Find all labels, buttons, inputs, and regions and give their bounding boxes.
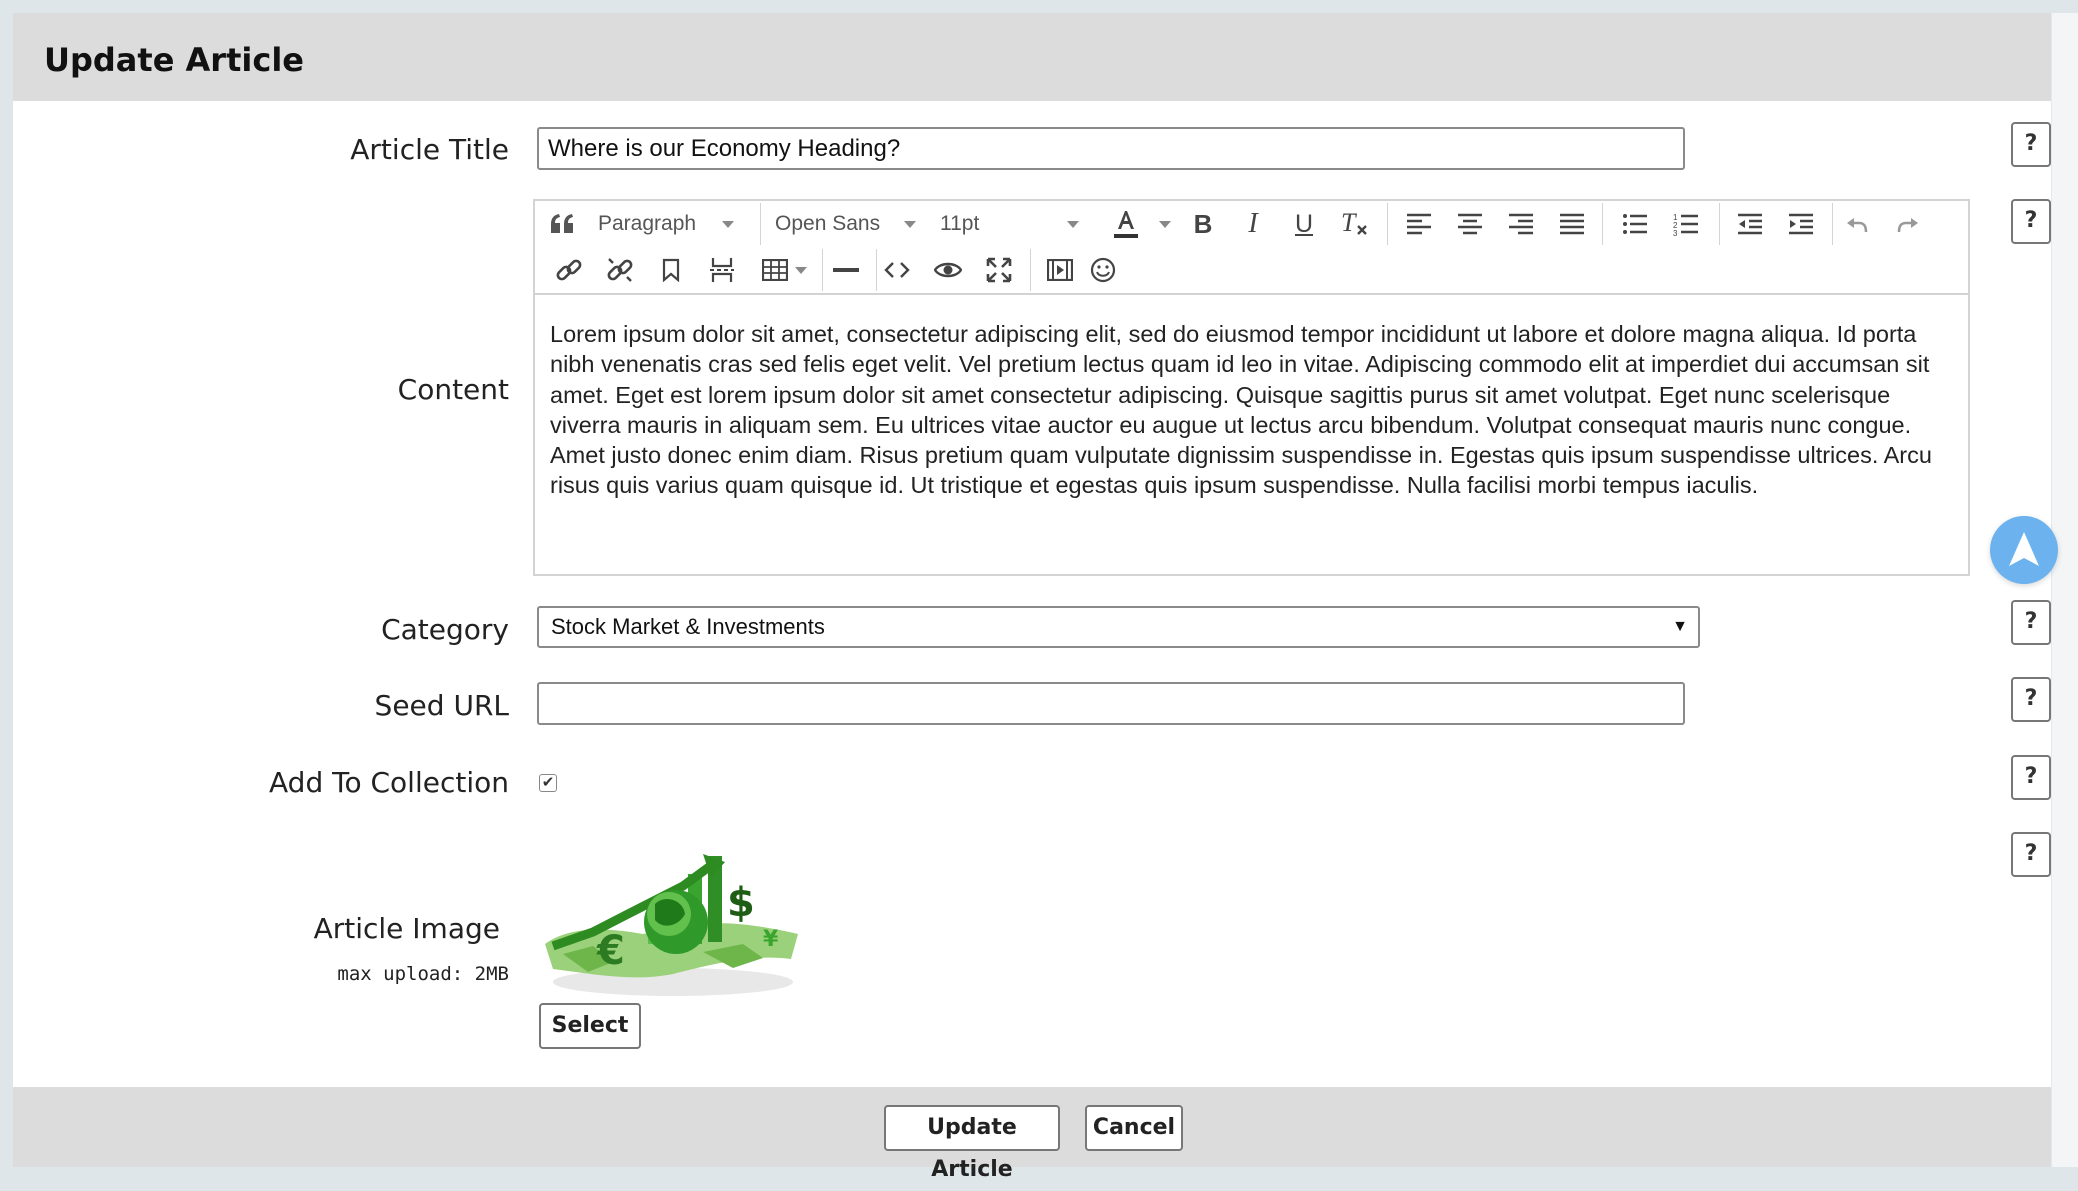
- chevron-down-icon: [904, 221, 916, 228]
- editor-toolbar-row-2: [535, 247, 1968, 293]
- align-left-icon[interactable]: [1399, 201, 1439, 247]
- select-image-button[interactable]: Select: [539, 1003, 641, 1049]
- seed-url-label: Seed URL: [374, 689, 509, 722]
- update-article-modal: Update Article Article Title Content Cat…: [13, 13, 2051, 1167]
- update-article-button[interactable]: Update Article: [884, 1105, 1060, 1182]
- media-icon[interactable]: [1030, 247, 1090, 293]
- indent-icon[interactable]: [1781, 201, 1821, 247]
- font-family-value: Open Sans: [775, 212, 881, 235]
- font-family-dropdown[interactable]: Open Sans: [775, 201, 925, 247]
- align-justify-icon[interactable]: [1552, 201, 1592, 247]
- undo-icon[interactable]: [1837, 201, 1877, 247]
- editor-toolbar-row-1: Paragraph Open Sans 11pt B I U T 1 2 3: [535, 201, 1968, 247]
- source-code-icon[interactable]: [877, 247, 917, 293]
- content-editor-body[interactable]: Lorem ipsum dolor sit amet, consectetur …: [535, 293, 1968, 576]
- labels-column: Article Title Content Category Seed URL …: [13, 13, 509, 1087]
- help-button-add-to-collection[interactable]: ?: [2011, 755, 2051, 800]
- max-upload-hint: max upload: 2MB: [337, 963, 509, 985]
- font-size-dropdown[interactable]: 11pt: [940, 201, 1090, 247]
- emoticons-icon[interactable]: [1083, 247, 1123, 293]
- help-button-content[interactable]: ?: [2011, 199, 2051, 244]
- add-to-collection-checkbox[interactable]: ✔: [539, 774, 557, 792]
- bullet-list-icon[interactable]: [1615, 201, 1655, 247]
- unlink-icon[interactable]: [600, 247, 640, 293]
- align-center-icon[interactable]: [1450, 201, 1490, 247]
- svg-text:3: 3: [1673, 229, 1678, 236]
- category-label: Category: [381, 613, 509, 646]
- article-title-input[interactable]: Where is our Economy Heading?: [537, 127, 1685, 170]
- toolbar-separator: [1719, 203, 1720, 245]
- link-icon[interactable]: [549, 247, 589, 293]
- page-break-icon[interactable]: [702, 247, 742, 293]
- arrow-up-icon: [2009, 532, 2039, 566]
- dropdown-arrow-icon: ▼: [1672, 618, 1688, 635]
- svg-text:¥: ¥: [763, 927, 779, 952]
- help-button-article-title[interactable]: ?: [2011, 122, 2051, 167]
- block-format-value: Paragraph: [598, 212, 697, 235]
- content-editor[interactable]: Paragraph Open Sans 11pt B I U T 1 2 3 L…: [533, 199, 1970, 576]
- toolbar-separator: [822, 249, 823, 291]
- article-title-label: Article Title: [350, 133, 509, 166]
- content-label: Content: [397, 373, 509, 406]
- add-to-collection-label: Add To Collection: [269, 766, 509, 799]
- svg-text:T: T: [1341, 210, 1357, 237]
- text-color-dropdown-icon[interactable]: [1159, 221, 1171, 228]
- align-right-icon[interactable]: [1501, 201, 1541, 247]
- fullscreen-icon[interactable]: [979, 247, 1019, 293]
- category-selected-value: Stock Market & Investments: [551, 614, 825, 639]
- toolbar-separator: [760, 203, 761, 245]
- scroll-to-top-button[interactable]: [1990, 516, 2058, 584]
- toolbar-separator: [1602, 203, 1603, 245]
- chevron-down-icon: [722, 221, 734, 228]
- help-button-article-image[interactable]: ?: [2011, 832, 2051, 877]
- blockquote-icon[interactable]: [545, 201, 579, 247]
- category-select[interactable]: Stock Market & Investments ▼: [537, 606, 1700, 648]
- font-size-value: 11pt: [940, 212, 980, 235]
- underline-icon[interactable]: U: [1284, 201, 1324, 247]
- help-button-category[interactable]: ?: [2011, 600, 2051, 645]
- preview-eye-icon[interactable]: [928, 247, 968, 293]
- article-image-preview: $ € ¥: [533, 834, 806, 996]
- table-dropdown-icon[interactable]: [795, 267, 807, 274]
- help-button-seed-url[interactable]: ?: [2011, 677, 2051, 722]
- bold-icon[interactable]: B: [1183, 201, 1223, 247]
- toolbar-separator: [1387, 203, 1388, 245]
- scrollbar[interactable]: [2051, 13, 2078, 1167]
- cancel-button[interactable]: Cancel: [1085, 1105, 1183, 1151]
- chevron-down-icon: [1067, 221, 1079, 228]
- outdent-icon[interactable]: [1730, 201, 1770, 247]
- horizontal-line-icon[interactable]: [826, 247, 866, 293]
- svg-text:€: €: [596, 928, 625, 974]
- italic-icon[interactable]: I: [1233, 201, 1273, 247]
- article-image-label: Article Image: [313, 912, 500, 945]
- text-color-icon[interactable]: [1106, 201, 1146, 247]
- block-format-dropdown[interactable]: Paragraph: [598, 201, 738, 247]
- table-icon[interactable]: [755, 247, 795, 293]
- toolbar-separator: [1832, 203, 1833, 245]
- bookmark-icon[interactable]: [651, 247, 691, 293]
- redo-icon[interactable]: [1888, 201, 1928, 247]
- numbered-list-icon[interactable]: 123: [1666, 201, 1706, 247]
- seed-url-input[interactable]: [537, 682, 1685, 725]
- clear-formatting-icon[interactable]: T: [1335, 201, 1375, 247]
- svg-text:$: $: [727, 880, 755, 926]
